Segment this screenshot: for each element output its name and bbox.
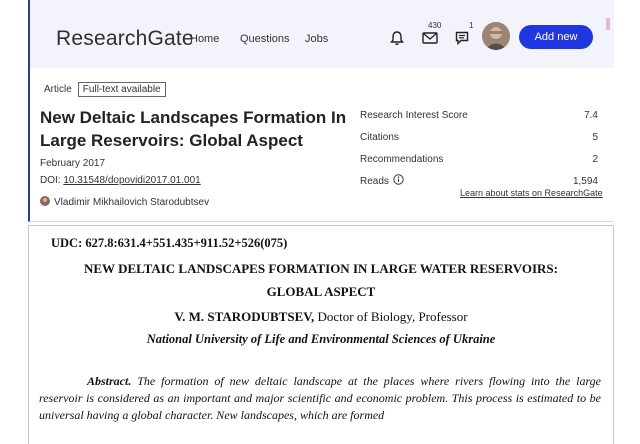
top-navigation-bar: ResearchGate Home Questions Jobs 430 1 A… <box>30 0 614 68</box>
document-title-line1: NEW DELTAIC LANDSCAPES FORMATION IN LARG… <box>84 261 558 276</box>
info-icon[interactable] <box>393 174 404 188</box>
notifications-icon[interactable] <box>451 27 473 49</box>
stat-value: 7.4 <box>584 109 598 121</box>
stat-value: 5 <box>592 131 598 143</box>
author-avatar-icon <box>40 196 50 209</box>
doi-prefix: DOI: <box>40 175 64 186</box>
nav-home[interactable]: Home <box>190 33 219 45</box>
fulltext-badge[interactable]: Full-text available <box>77 82 166 97</box>
stat-label: Reads <box>360 175 389 187</box>
stat-value: 1,594 <box>572 175 598 187</box>
article-tags: Article Full-text available <box>44 82 166 97</box>
article-title[interactable]: New Deltaic Landscapes Formation In Larg… <box>40 106 358 152</box>
notifications-badge: 1 <box>469 21 474 30</box>
document-abstract: Abstract. The formation of new deltaic l… <box>39 373 601 424</box>
document-title-line2: GLOBAL ASPECT <box>266 284 376 299</box>
stat-row-citations: Citations 5 <box>360 126 598 148</box>
stat-row-research-interest: Research Interest Score 7.4 <box>360 104 598 126</box>
researchgate-logo[interactable]: ResearchGate <box>56 27 194 51</box>
article-author[interactable]: Vladimir Mikhailovich Starodubtsev <box>40 196 209 209</box>
author-name[interactable]: Vladimir Mikhailovich Starodubtsev <box>54 197 209 208</box>
article-date: February 2017 <box>40 158 106 169</box>
stats-panel: Research Interest Score 7.4 Citations 5 … <box>360 104 598 192</box>
messages-icon[interactable] <box>419 27 441 49</box>
doi-link[interactable]: 10.31548/dopovidi2017.01.001 <box>63 175 200 186</box>
bell-icon[interactable] <box>386 27 408 49</box>
learn-stats-link[interactable]: Learn about stats on ResearchGate <box>460 188 603 198</box>
document-institution: National University of Life and Environm… <box>146 332 496 346</box>
document-author: V. M. STARODUBTSEV, Doctor of Biology, P… <box>29 309 613 325</box>
scrollbar-thumb[interactable] <box>606 18 610 30</box>
stat-label: Research Interest Score <box>360 109 468 121</box>
stat-label: Recommendations <box>360 153 444 165</box>
document-author-role: Doctor of Biology, Professor <box>314 309 468 324</box>
article-doi: DOI: 10.31548/dopovidi2017.01.001 <box>40 175 201 186</box>
article-type-label: Article <box>44 84 72 95</box>
nav-jobs[interactable]: Jobs <box>305 33 328 45</box>
nav-questions[interactable]: Questions <box>240 33 290 45</box>
document-author-name: V. M. STARODUBTSEV, <box>174 309 315 324</box>
document-udc: UDC: 627.8:631.4+551.435+911.52+526(075) <box>51 236 288 250</box>
stat-label: Citations <box>360 131 399 143</box>
stat-value: 2 <box>592 153 598 165</box>
messages-badge: 430 <box>428 21 442 30</box>
add-new-button[interactable]: Add new <box>519 25 593 49</box>
stat-row-recommendations: Recommendations 2 <box>360 148 598 170</box>
abstract-label: Abstract. <box>87 374 132 388</box>
document-preview: UDC: 627.8:631.4+551.435+911.52+526(075)… <box>28 225 614 444</box>
article-card: ResearchGate Home Questions Jobs 430 1 A… <box>28 0 614 222</box>
reads-label-group: Reads <box>360 174 404 188</box>
user-avatar[interactable] <box>482 22 510 50</box>
